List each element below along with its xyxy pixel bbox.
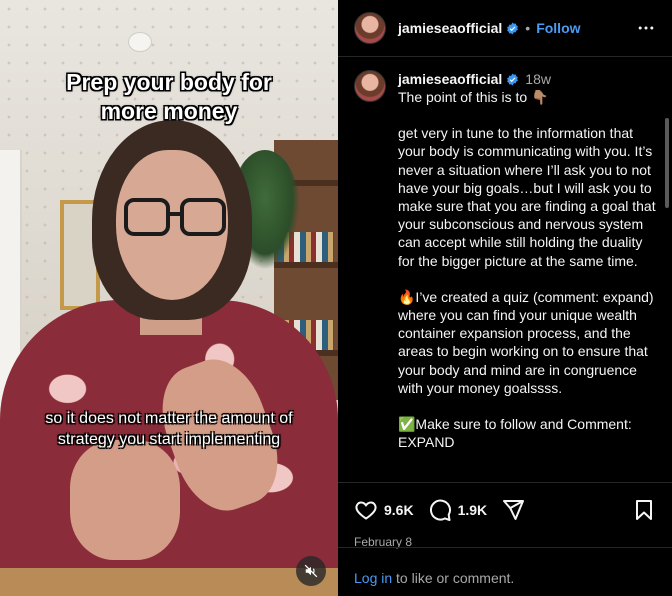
smoke-detector: [128, 32, 152, 52]
post-header: jamieseaofficial • Follow: [338, 0, 672, 57]
likes-count: 9.6K: [384, 502, 414, 518]
caption-paragraph-1: The point of this is to 👇🏽: [398, 89, 549, 105]
login-bar: Log in to like or comment.: [338, 547, 672, 596]
share-button[interactable]: [501, 498, 525, 522]
comments-list[interactable]: jamieseaofficial 18w The point of this i…: [338, 58, 672, 482]
send-icon: [503, 500, 525, 520]
login-link[interactable]: Log in: [354, 570, 392, 586]
avatar[interactable]: [354, 12, 386, 44]
person-hand-left: [70, 440, 180, 560]
login-prompt-text: to like or comment.: [392, 570, 515, 586]
save-button[interactable]: [632, 498, 656, 522]
table-edge: [0, 568, 338, 596]
glasses-right-lens: [180, 198, 226, 236]
glasses-bridge: [170, 212, 182, 216]
speaker-muted-icon: [304, 564, 318, 578]
verified-badge-icon: [507, 22, 519, 34]
mute-button[interactable]: [296, 556, 326, 586]
header-username[interactable]: jamieseaofficial: [398, 20, 502, 36]
post-panel: jamieseaofficial • Follow jamieseaoffici…: [338, 0, 672, 596]
caption-username[interactable]: jamieseaofficial: [398, 71, 502, 87]
header-separator: •: [525, 20, 531, 36]
heart-icon: [355, 501, 377, 520]
caption-comment: jamieseaofficial 18w The point of this i…: [354, 70, 656, 451]
comments-count: 1.9K: [457, 502, 488, 518]
caption-avatar[interactable]: [354, 70, 386, 102]
more-options-button[interactable]: [634, 16, 658, 40]
caption-paragraph-3: 🔥I’ve created a quiz (comment: expand) w…: [398, 288, 658, 396]
glasses-left-lens: [124, 198, 170, 236]
follow-button[interactable]: Follow: [536, 20, 580, 36]
caption-paragraph-4: ✅Make sure to follow and Comment: EXPAND: [398, 416, 636, 451]
post-actions: 9.6K 1.9K February 8: [338, 482, 672, 549]
more-horizontal-icon: [638, 26, 654, 30]
comments-scrollbar[interactable]: [665, 118, 669, 208]
caption-time[interactable]: 18w: [525, 71, 551, 87]
comment-icon: [429, 499, 451, 521]
verified-badge-icon: [507, 73, 519, 85]
like-button[interactable]: 9.6K: [354, 498, 414, 522]
video-caption-top: Prep your body for more money: [66, 69, 272, 124]
comment-button[interactable]: 1.9K: [428, 498, 488, 522]
reel-video[interactable]: Prep your body for more money so it does…: [0, 0, 338, 596]
video-caption-bottom: so it does not matter the amount of stra…: [45, 410, 293, 448]
bookmark-icon: [636, 500, 652, 520]
caption-paragraph-2: get very in tune to the information that…: [398, 125, 660, 269]
